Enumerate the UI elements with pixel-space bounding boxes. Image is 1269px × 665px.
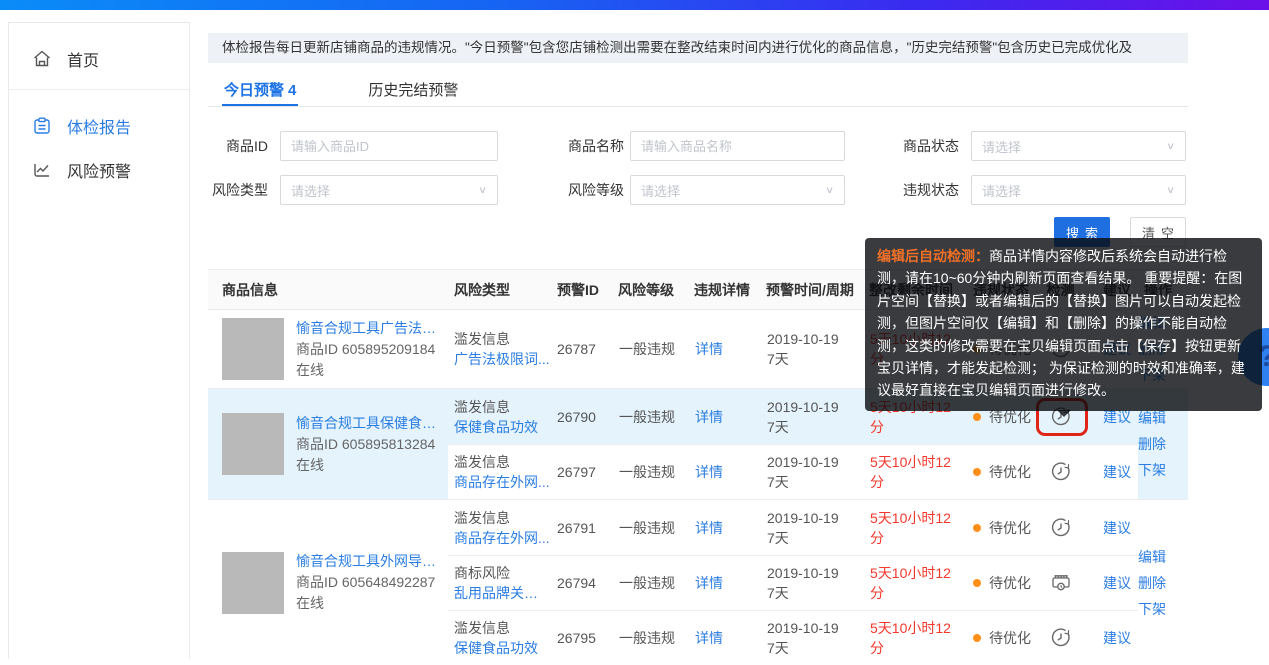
product-state-select[interactable]: 请选择 ∨ — [971, 131, 1186, 161]
detail-link[interactable]: 详情 — [695, 630, 723, 646]
tab-bar: 今日预警4 历史完结预警 — [208, 75, 1188, 107]
edit-link[interactable]: 编辑 — [1138, 547, 1188, 567]
tooltip-arrow-icon — [1057, 410, 1071, 417]
sidebar-item-report[interactable]: 体检报告 — [9, 104, 189, 148]
line-chart-icon — [31, 159, 53, 181]
table-row: 滥发信息保健食品功效 26795 一般违规 详情 2019-10-197天 5天… — [448, 610, 1138, 665]
risk-link[interactable]: 商品存在外网... — [454, 528, 551, 548]
suggest-link[interactable]: 建议 — [1103, 520, 1131, 536]
risk-link[interactable]: 乱用品牌关键词 — [454, 583, 551, 603]
tab-count-badge: 4 — [288, 82, 296, 99]
product-id-text: 商品ID 605895209184 — [296, 339, 446, 360]
clipboard-icon — [31, 115, 53, 137]
delete-link[interactable]: 删除 — [1138, 573, 1188, 593]
product-cell: 愉音合规工具广告法极... 商品ID 605895209184 在线 — [208, 310, 448, 388]
sidebar-item-label: 首页 — [67, 47, 99, 71]
suggest-link[interactable]: 建议 — [1103, 630, 1131, 646]
pending-clock-icon[interactable] — [1033, 461, 1088, 483]
detail-link[interactable]: 详情 — [695, 341, 723, 357]
product-id-input[interactable] — [280, 131, 498, 161]
status-dot — [973, 413, 981, 421]
pending-clock-icon[interactable] — [1033, 517, 1088, 539]
chevron-down-icon: ∨ — [478, 184, 487, 195]
tooltip-text: 商品详情内容修改后系统会自动进行检测，请在10~60分钟内刷新页面查看结果。 重… — [877, 248, 1245, 398]
filter-row-2: 风险类型 请选择 ∨ 风险等级 请选择 ∨ 违规状态 请选择 ∨ — [208, 175, 1188, 205]
home-icon — [31, 48, 53, 70]
product-state-label: 商品状态 — [903, 136, 959, 156]
detail-link[interactable]: 详情 — [695, 409, 723, 425]
scan-clock-icon[interactable] — [1033, 571, 1088, 595]
detail-link[interactable]: 详情 — [695, 520, 723, 536]
status-dot — [973, 468, 981, 476]
product-state-text: 在线 — [296, 455, 446, 476]
product-id-text: 商品ID 605895813284 — [296, 434, 446, 455]
tooltip-highlight: 编辑后自动检测： — [877, 248, 989, 264]
violation-state-select[interactable]: 请选择 ∨ — [971, 175, 1186, 205]
sidebar-item-label: 体检报告 — [67, 114, 131, 138]
auto-detect-tooltip: 编辑后自动检测：商品详情内容修改后系统会自动进行检测，请在10~60分钟内刷新页… — [865, 238, 1262, 411]
product-name-link[interactable]: 愉音合规工具外网导购... — [296, 551, 446, 572]
table-row: 滥发信息商品存在外网... 26791 一般违规 详情 2019-10-197天… — [448, 500, 1138, 555]
table-group: 愉音合规工具外网导购... 商品ID 605648492287 在线 滥发信息商… — [208, 500, 1188, 665]
detail-link[interactable]: 详情 — [695, 464, 723, 480]
table-row: 商标风险乱用品牌关键词 26794 一般违规 详情 2019-10-197天 5… — [448, 555, 1138, 610]
violation-state-label: 违规状态 — [903, 180, 959, 200]
risk-link[interactable]: 保健食品功效 — [454, 638, 551, 658]
suggest-link[interactable]: 建议 — [1103, 464, 1131, 480]
suggest-link[interactable]: 建议 — [1103, 575, 1131, 591]
unshelve-link[interactable]: 下架 — [1138, 599, 1188, 619]
delete-link[interactable]: 删除 — [1138, 434, 1188, 454]
product-cell: 愉音合规工具保健食品... 商品ID 605895813284 在线 — [208, 389, 448, 499]
sidebar: 首页 体检报告 风险预警 — [8, 22, 190, 659]
product-name-link[interactable]: 愉音合规工具保健食品... — [296, 413, 446, 434]
chevron-down-icon: ∨ — [825, 184, 834, 195]
suggest-link[interactable]: 建议 — [1103, 409, 1131, 425]
table-row: 滥发信息商品存在外网... 26797 一般违规 详情 2019-10-197天… — [448, 444, 1138, 499]
product-id-label: 商品ID — [208, 136, 268, 156]
sidebar-item-label: 风险预警 — [67, 158, 131, 182]
pending-clock-icon[interactable] — [1033, 627, 1088, 649]
product-state-text: 在线 — [296, 593, 446, 614]
unshelve-link[interactable]: 下架 — [1138, 460, 1188, 480]
ops-cell: 编辑 删除 下架 — [1138, 500, 1188, 665]
chevron-down-icon: ∨ — [1166, 140, 1175, 151]
main-content: 体检报告每日更新店铺商品的违规情况。"今日预警"包含您店铺检测出需要在整改结束时… — [208, 33, 1188, 63]
chevron-down-icon: ∨ — [1166, 184, 1175, 195]
product-image — [222, 413, 284, 475]
status-dot — [973, 524, 981, 532]
tab-today-warnings[interactable]: 今日预警4 — [222, 75, 298, 106]
edit-link[interactable]: 编辑 — [1138, 408, 1188, 428]
sidebar-divider — [9, 89, 189, 90]
status-dot — [973, 579, 981, 587]
product-name-label: 商品名称 — [568, 136, 624, 156]
risk-link[interactable]: 保健食品功效 — [454, 417, 551, 437]
product-id-text: 商品ID 605648492287 — [296, 572, 446, 593]
risk-link[interactable]: 商品存在外网... — [454, 472, 551, 492]
risk-type-label: 风险类型 — [208, 180, 268, 200]
product-state-text: 在线 — [296, 360, 446, 381]
filter-row-1: 商品ID 商品名称 商品状态 请选择 ∨ — [208, 131, 1188, 161]
risk-link[interactable]: 广告法极限词... — [454, 349, 551, 369]
status-dot — [973, 634, 981, 642]
product-name-input[interactable] — [630, 131, 845, 161]
tab-history-warnings[interactable]: 历史完结预警 — [366, 75, 460, 106]
risk-level-label: 风险等级 — [568, 180, 624, 200]
product-name-link[interactable]: 愉音合规工具广告法极... — [296, 318, 446, 339]
top-gradient-bar — [0, 0, 1269, 10]
notice-bar: 体检报告每日更新店铺商品的违规情况。"今日预警"包含您店铺检测出需要在整改结束时… — [208, 33, 1188, 63]
product-image — [222, 552, 284, 614]
detail-link[interactable]: 详情 — [695, 575, 723, 591]
product-image — [222, 318, 284, 380]
sidebar-item-risk[interactable]: 风险预警 — [9, 148, 189, 192]
risk-type-select[interactable]: 请选择 ∨ — [280, 175, 498, 205]
product-cell: 愉音合规工具外网导购... 商品ID 605648492287 在线 — [208, 500, 448, 665]
risk-level-select[interactable]: 请选择 ∨ — [630, 175, 845, 205]
sidebar-item-home[interactable]: 首页 — [9, 37, 189, 81]
